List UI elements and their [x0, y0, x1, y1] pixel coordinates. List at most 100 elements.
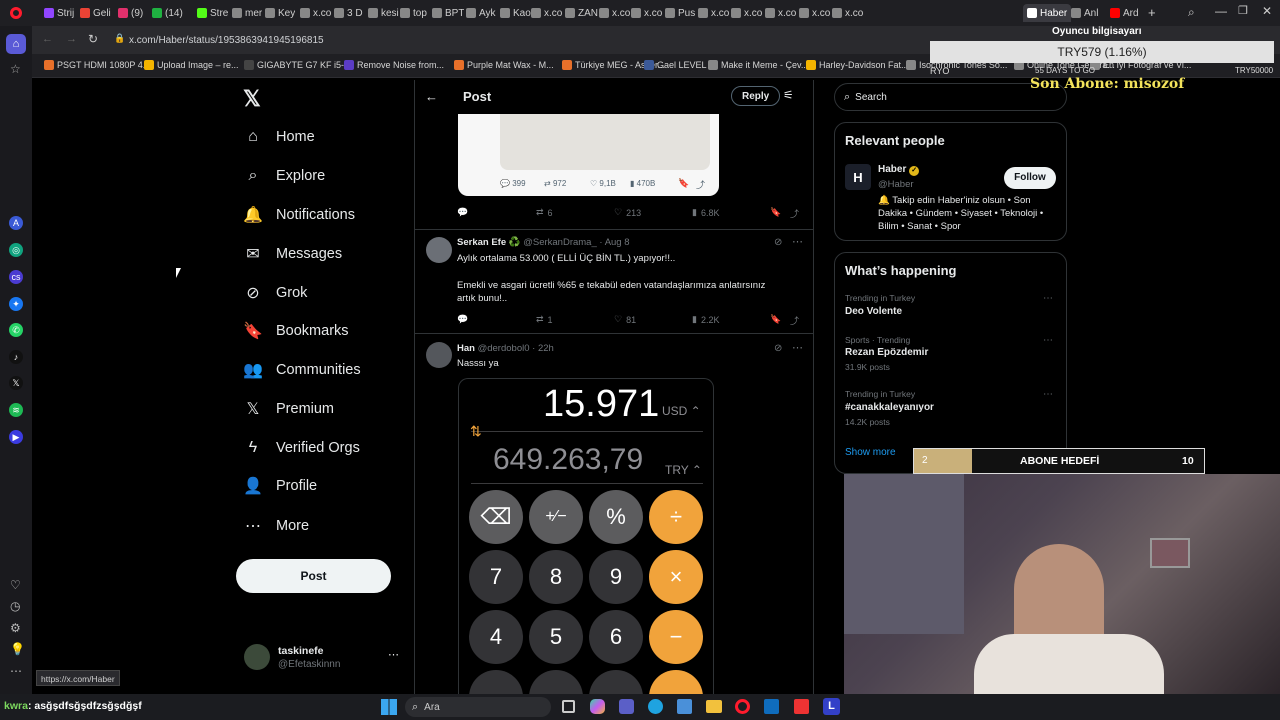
home-sidebar-icon[interactable]: ⌂: [6, 34, 26, 54]
settings-sidebar-icon[interactable]: ⚙: [10, 621, 21, 635]
quoted-bookmark-icon[interactable]: 🔖: [678, 178, 689, 189]
bookmark-item[interactable]: Upload Image – re...: [144, 60, 239, 70]
more-icon[interactable]: ⋯: [792, 341, 803, 354]
browser-tab[interactable]: Pus: [665, 4, 695, 22]
tiktok-sidebar-icon[interactable]: ♪: [9, 350, 23, 364]
digit-key[interactable]: 7: [469, 550, 523, 604]
nav-item-profile[interactable]: 👤 Profile: [243, 477, 317, 495]
heart-sidebar-icon[interactable]: ♡: [10, 578, 21, 592]
forward-arrow-icon[interactable]: →: [66, 33, 77, 45]
account-switcher[interactable]: taskinefe @Efetaskinnn ⋯: [244, 644, 404, 674]
more-sidebar-icon[interactable]: ⋯: [10, 664, 22, 678]
nav-item-messages[interactable]: ✉ Messages: [244, 245, 342, 263]
browser-tab[interactable]: Ayk: [466, 4, 496, 22]
bookmark-item[interactable]: Make it Meme - Çev...: [708, 60, 808, 70]
views-action[interactable]: ▮ 2.2K: [692, 314, 719, 325]
bookmark-item[interactable]: Gael LEVEL: [644, 60, 707, 70]
sign-key[interactable]: +⁄−: [529, 490, 583, 544]
explorer-icon[interactable]: [706, 700, 722, 713]
app-icon[interactable]: [794, 699, 809, 714]
browser-tab[interactable]: x.co: [698, 4, 729, 22]
star-sidebar-icon[interactable]: ☆: [10, 62, 21, 76]
browser-tab[interactable]: (14): [152, 4, 183, 22]
whatsapp-sidebar-icon[interactable]: ✆: [9, 323, 23, 337]
new-tab-button[interactable]: +: [1148, 5, 1156, 20]
browser-tab[interactable]: x.co: [599, 4, 630, 22]
browser-tab[interactable]: x.co: [531, 4, 562, 22]
browser-tab[interactable]: Key: [265, 4, 295, 22]
browser-tab[interactable]: kesi: [368, 4, 399, 22]
calculator-key[interactable]: [589, 670, 643, 694]
divide-key[interactable]: ÷: [649, 490, 703, 544]
browser-tab[interactable]: ZAN: [565, 4, 598, 22]
opera-logo-icon[interactable]: [10, 7, 22, 19]
trend-more-icon[interactable]: ⋯: [1043, 389, 1053, 400]
repost-action[interactable]: ⇄ 6: [536, 207, 553, 218]
author-name[interactable]: Serkan Efe ♻️: [457, 237, 521, 248]
back-arrow-icon[interactable]: ←: [425, 89, 438, 104]
x-logo-icon[interactable]: 𝕏: [243, 86, 261, 112]
grok-icon[interactable]: ⊘: [774, 343, 782, 354]
extension-sidebar-icon[interactable]: cs: [9, 270, 23, 284]
bookmark-icon[interactable]: 🔖: [770, 207, 781, 218]
chatgpt-sidebar-icon[interactable]: ◎: [9, 243, 23, 257]
bookmark-item[interactable]: GIGABYTE G7 KF i5-...: [244, 60, 352, 70]
bookmark-item[interactable]: Purple Mat Wax - M...: [454, 60, 554, 70]
share-icon[interactable]: ⤴: [790, 314, 799, 327]
outlook-icon[interactable]: [764, 699, 779, 714]
messenger-sidebar-icon[interactable]: ✦: [9, 297, 23, 311]
aria-sidebar-icon[interactable]: A: [9, 216, 23, 230]
digit-key[interactable]: 8: [529, 550, 583, 604]
browser-tab[interactable]: Strij: [44, 4, 74, 22]
browser-tab[interactable]: x.co: [631, 4, 662, 22]
history-sidebar-icon[interactable]: ◷: [10, 599, 20, 613]
nav-item-communities[interactable]: 👥 Communities: [243, 361, 361, 379]
nav-item-premium[interactable]: 𝕏 Premium: [244, 400, 334, 418]
minus-key[interactable]: −: [649, 610, 703, 664]
spotify-sidebar-icon[interactable]: ≋: [9, 403, 23, 417]
post-date[interactable]: Aug 8: [605, 237, 630, 248]
browser-tab[interactable]: BPT: [432, 4, 464, 22]
windows-start-icon[interactable]: [381, 699, 397, 715]
reply-post[interactable]: Han @derdobol0 · 22h ⊘ ⋯ Nasssı ya: [415, 334, 813, 374]
teams-icon[interactable]: [619, 699, 634, 714]
backspace-key[interactable]: ⌫: [469, 490, 523, 544]
browser-tab[interactable]: mer: [232, 4, 262, 22]
trend-topic[interactable]: #canakkaleyanıyor: [845, 402, 934, 413]
trend-more-icon[interactable]: ⋯: [1043, 293, 1053, 304]
browser-tab[interactable]: x.co: [731, 4, 762, 22]
browser-tab[interactable]: x.co: [799, 4, 830, 22]
calculator-key[interactable]: [529, 670, 583, 694]
post-date[interactable]: 22h: [538, 343, 554, 354]
browser-tab[interactable]: 3 D: [334, 4, 363, 22]
browser-tab[interactable]: Geli: [80, 4, 111, 22]
copilot-icon[interactable]: [590, 699, 605, 714]
digit-key[interactable]: 9: [589, 550, 643, 604]
browser-tab[interactable]: x.co: [765, 4, 796, 22]
percent-key[interactable]: %: [589, 490, 643, 544]
nav-item-bookmarks[interactable]: 🔖 Bookmarks: [243, 322, 348, 340]
bookmark-item[interactable]: PSGT HDMI 1080P 4...: [44, 60, 150, 70]
nav-item-notifications[interactable]: 🔔 Notifications: [243, 206, 355, 224]
store-icon[interactable]: [677, 699, 692, 714]
reply-button[interactable]: Reply: [731, 86, 781, 106]
x-sidebar-icon[interactable]: 𝕏: [9, 376, 23, 390]
swap-icon[interactable]: ⇅: [470, 423, 482, 440]
calculator-image[interactable]: 15.971 USD ⌃ ⇅ 649.263,79 TRY ⌃ ⌫ +⁄− % …: [458, 378, 714, 694]
app-icon[interactable]: L: [823, 698, 840, 715]
digit-key[interactable]: 6: [589, 610, 643, 664]
calculator-key[interactable]: [649, 670, 703, 694]
like-action[interactable]: ♡ 81: [614, 314, 636, 325]
browser-tab[interactable]: (9): [118, 4, 143, 22]
maximize-button[interactable]: ❐: [1238, 4, 1248, 17]
browser-tab[interactable]: Haber: [1023, 4, 1072, 22]
task-view-icon[interactable]: [562, 700, 575, 713]
reload-icon[interactable]: ↻: [88, 32, 98, 46]
trend-topic[interactable]: Rezan Epözdemir: [845, 347, 928, 358]
close-window-button[interactable]: ✕: [1262, 4, 1272, 18]
quoted-share-icon[interactable]: ⤴: [696, 178, 705, 191]
lightbulb-sidebar-icon[interactable]: 💡: [10, 642, 25, 656]
nav-item-grok[interactable]: ⊘ Grok: [244, 284, 307, 302]
author-name[interactable]: Han: [457, 343, 475, 354]
browser-tab[interactable]: x.co: [300, 4, 331, 22]
